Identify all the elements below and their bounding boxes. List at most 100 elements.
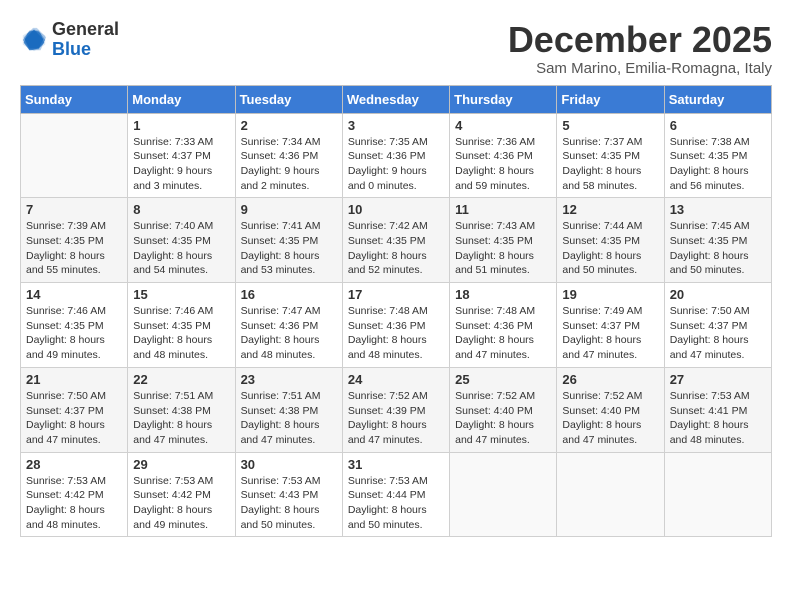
- calendar-cell: 11 Sunrise: 7:43 AMSunset: 4:35 PMDayligh…: [450, 198, 557, 283]
- day-info: Sunrise: 7:46 AMSunset: 4:35 PMDaylight:…: [133, 304, 229, 363]
- calendar-week-row: 21 Sunrise: 7:50 AMSunset: 4:37 PMDayligh…: [21, 367, 772, 452]
- day-number: 27: [670, 372, 766, 387]
- header-saturday: Saturday: [664, 85, 771, 113]
- day-number: 25: [455, 372, 551, 387]
- calendar-cell: [21, 113, 128, 198]
- calendar-cell: 13Sunrise: 7:45 AMSunset: 4:35 PMDayligh…: [664, 198, 771, 283]
- day-info: Sunrise: 7:48 AMSunset: 4:36 PMDaylight:…: [348, 304, 444, 363]
- title-section: December 2025 Sam Marino, Emilia-Romagna…: [508, 20, 772, 77]
- day-number: 22: [133, 372, 229, 387]
- calendar-cell: 17Sunrise: 7:48 AMSunset: 4:36 PMDayligh…: [342, 283, 449, 368]
- calendar-cell: 19Sunrise: 7:49 AMSunset: 4:37 PMDayligh…: [557, 283, 664, 368]
- calendar-cell: 22 Sunrise: 7:51 AMSunset: 4:38 PMDayligh…: [128, 367, 235, 452]
- page-wrapper: General Blue December 2025 Sam Marino, E…: [20, 20, 772, 537]
- calendar-cell: 6Sunrise: 7:38 AMSunset: 4:35 PMDaylight…: [664, 113, 771, 198]
- calendar-cell: 24 Sunrise: 7:52 AMSunset: 4:39 PMDayligh…: [342, 367, 449, 452]
- calendar-week-row: 28 Sunrise: 7:53 AMSunset: 4:42 PMDayligh…: [21, 452, 772, 537]
- calendar-cell: 14Sunrise: 7:46 AMSunset: 4:35 PMDayligh…: [21, 283, 128, 368]
- day-info: Sunrise: 7:45 AMSunset: 4:35 PMDaylight:…: [670, 219, 766, 278]
- day-info: Sunrise: 7:53 AMSunset: 4:43 PMDaylight:…: [241, 474, 337, 533]
- calendar-cell: [664, 452, 771, 537]
- calendar-cell: 16 Sunrise: 7:47 AMSunset: 4:36 PMDayligh…: [235, 283, 342, 368]
- day-number: 24: [348, 372, 444, 387]
- day-info: Sunrise: 7:53 AMSunset: 4:42 PMDaylight:…: [133, 474, 229, 533]
- header-wednesday: Wednesday: [342, 85, 449, 113]
- header-monday: Monday: [128, 85, 235, 113]
- day-info: Sunrise: 7:51 AMSunset: 4:38 PMDaylight:…: [241, 389, 337, 448]
- day-info: Sunrise: 7:51 AMSunset: 4:38 PMDaylight:…: [133, 389, 229, 448]
- logo: General Blue: [20, 20, 119, 60]
- day-number: 23: [241, 372, 337, 387]
- day-number: 20: [670, 287, 766, 302]
- calendar-cell: 26 Sunrise: 7:52 AMSunset: 4:40 PMDayligh…: [557, 367, 664, 452]
- calendar-cell: 2Sunrise: 7:34 AMSunset: 4:36 PMDaylight…: [235, 113, 342, 198]
- header: General Blue December 2025 Sam Marino, E…: [20, 20, 772, 77]
- calendar-cell: 12 Sunrise: 7:44 AMSunset: 4:35 PMDayligh…: [557, 198, 664, 283]
- day-info: Sunrise: 7:39 AMSunset: 4:35 PMDaylight:…: [26, 219, 122, 278]
- day-number: 1: [133, 118, 229, 133]
- day-info: Sunrise: 7:52 AMSunset: 4:40 PMDaylight:…: [562, 389, 658, 448]
- calendar-cell: 30 Sunrise: 7:53 AMSunset: 4:43 PMDayligh…: [235, 452, 342, 537]
- day-number: 15: [133, 287, 229, 302]
- day-info: Sunrise: 7:49 AMSunset: 4:37 PMDaylight:…: [562, 304, 658, 363]
- day-info: Sunrise: 7:40 AMSunset: 4:35 PMDaylight:…: [133, 219, 229, 278]
- day-number: 2: [241, 118, 337, 133]
- calendar-cell: 28Sunrise: 7:53 AMSunset: 4:42 PMDayligh…: [21, 452, 128, 537]
- day-info: Sunrise: 7:43 AMSunset: 4:35 PMDaylight:…: [455, 219, 551, 278]
- calendar-header-row: Sunday Monday Tuesday Wednesday Thursday…: [21, 85, 772, 113]
- day-number: 29: [133, 457, 229, 472]
- calendar-cell: 18Sunrise: 7:48 AMSunset: 4:36 PMDayligh…: [450, 283, 557, 368]
- day-number: 10: [348, 202, 444, 217]
- day-number: 31: [348, 457, 444, 472]
- day-info: Sunrise: 7:33 AMSunset: 4:37 PMDaylight:…: [133, 135, 229, 194]
- header-tuesday: Tuesday: [235, 85, 342, 113]
- day-number: 26: [562, 372, 658, 387]
- day-number: 28: [26, 457, 122, 472]
- calendar-cell: 1 Sunrise: 7:33 AMSunset: 4:37 PMDaylight…: [128, 113, 235, 198]
- day-info: Sunrise: 7:41 AMSunset: 4:35 PMDaylight:…: [241, 219, 337, 278]
- day-number: 14: [26, 287, 122, 302]
- day-number: 16: [241, 287, 337, 302]
- calendar-cell: 20 Sunrise: 7:50 AMSunset: 4:37 PMDayligh…: [664, 283, 771, 368]
- calendar-cell: 10 Sunrise: 7:42 AMSunset: 4:35 PMDayligh…: [342, 198, 449, 283]
- logo-blue-text: Blue: [52, 39, 91, 59]
- day-number: 3: [348, 118, 444, 133]
- calendar-cell: [450, 452, 557, 537]
- calendar-table: Sunday Monday Tuesday Wednesday Thursday…: [20, 85, 772, 538]
- calendar-cell: 8Sunrise: 7:40 AMSunset: 4:35 PMDaylight…: [128, 198, 235, 283]
- day-number: 4: [455, 118, 551, 133]
- calendar-cell: 3Sunrise: 7:35 AMSunset: 4:36 PMDaylight…: [342, 113, 449, 198]
- day-number: 30: [241, 457, 337, 472]
- day-info: Sunrise: 7:50 AMSunset: 4:37 PMDaylight:…: [670, 304, 766, 363]
- day-info: Sunrise: 7:36 AMSunset: 4:36 PMDaylight:…: [455, 135, 551, 194]
- calendar-cell: 31Sunrise: 7:53 AMSunset: 4:44 PMDayligh…: [342, 452, 449, 537]
- day-info: Sunrise: 7:47 AMSunset: 4:36 PMDaylight:…: [241, 304, 337, 363]
- day-number: 21: [26, 372, 122, 387]
- calendar-cell: 21 Sunrise: 7:50 AMSunset: 4:37 PMDayligh…: [21, 367, 128, 452]
- calendar-cell: 9 Sunrise: 7:41 AMSunset: 4:35 PMDaylight…: [235, 198, 342, 283]
- day-info: Sunrise: 7:44 AMSunset: 4:35 PMDaylight:…: [562, 219, 658, 278]
- day-info: Sunrise: 7:37 AMSunset: 4:35 PMDaylight:…: [562, 135, 658, 194]
- day-info: Sunrise: 7:42 AMSunset: 4:35 PMDaylight:…: [348, 219, 444, 278]
- day-number: 11: [455, 202, 551, 217]
- day-number: 7: [26, 202, 122, 217]
- calendar-cell: 27 Sunrise: 7:53 AMSunset: 4:41 PMDayligh…: [664, 367, 771, 452]
- header-friday: Friday: [557, 85, 664, 113]
- day-info: Sunrise: 7:53 AMSunset: 4:41 PMDaylight:…: [670, 389, 766, 448]
- calendar-cell: 5 Sunrise: 7:37 AMSunset: 4:35 PMDaylight…: [557, 113, 664, 198]
- calendar-cell: 29 Sunrise: 7:53 AMSunset: 4:42 PMDayligh…: [128, 452, 235, 537]
- day-number: 12: [562, 202, 658, 217]
- header-sunday: Sunday: [21, 85, 128, 113]
- calendar-cell: 15 Sunrise: 7:46 AMSunset: 4:35 PMDayligh…: [128, 283, 235, 368]
- day-number: 5: [562, 118, 658, 133]
- calendar-cell: 4 Sunrise: 7:36 AMSunset: 4:36 PMDaylight…: [450, 113, 557, 198]
- calendar-week-row: 14 Sunrise: 7:46 AMSunset: 4:35 PMDayligh…: [21, 283, 772, 368]
- day-number: 9: [241, 202, 337, 217]
- day-info: Sunrise: 7:52 AMSunset: 4:39 PMDaylight:…: [348, 389, 444, 448]
- calendar-cell: 25 Sunrise: 7:52 AMSunset: 4:40 PMDayligh…: [450, 367, 557, 452]
- calendar-week-row: 1 Sunrise: 7:33 AMSunset: 4:37 PMDaylight…: [21, 113, 772, 198]
- day-info: Sunrise: 7:52 AMSunset: 4:40 PMDaylight:…: [455, 389, 551, 448]
- day-info: Sunrise: 7:48 AMSunset: 4:36 PMDaylight:…: [455, 304, 551, 363]
- day-info: Sunrise: 7:50 AMSunset: 4:37 PMDaylight:…: [26, 389, 122, 448]
- calendar-week-row: 7 Sunrise: 7:39 AMSunset: 4:35 PMDaylight…: [21, 198, 772, 283]
